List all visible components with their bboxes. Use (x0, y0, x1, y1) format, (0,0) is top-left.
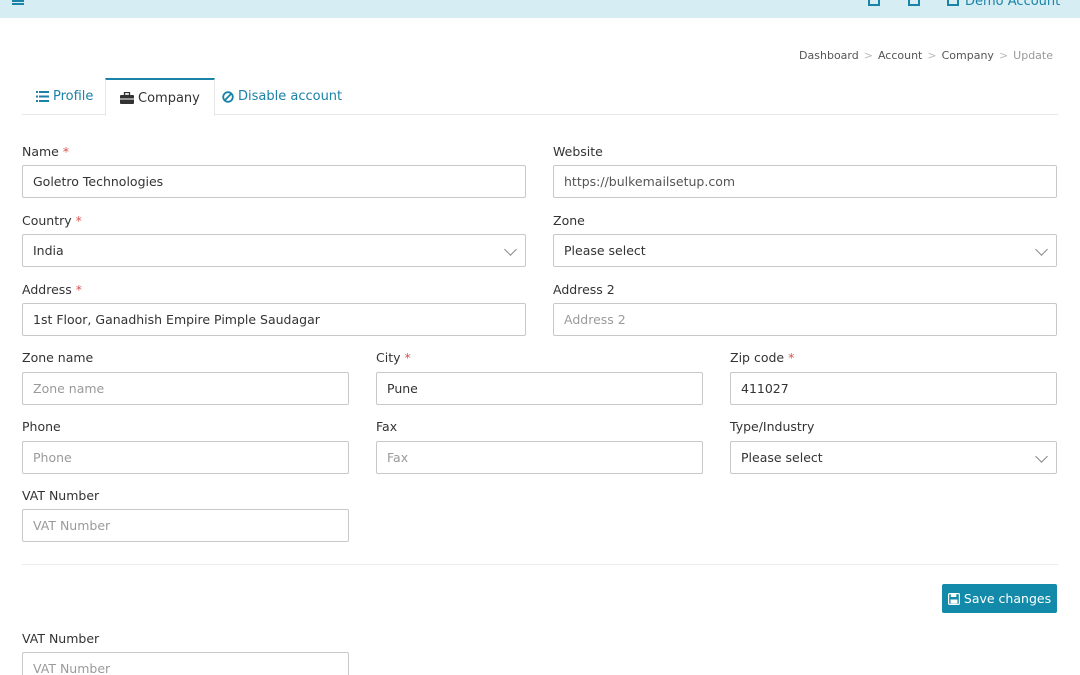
fax-label: Fax (376, 419, 398, 434)
phone-label: Phone (22, 419, 61, 434)
required-mark: * (62, 144, 70, 159)
top-navbar: Demo Account (0, 0, 1080, 18)
breadcrumb-update: Update (1013, 49, 1053, 62)
address-label: Address * (22, 282, 82, 297)
address-field[interactable]: 1st Floor, Ganadhish Empire Pimple Sauda… (22, 303, 526, 336)
name-field[interactable]: Goletro Technologies (22, 165, 526, 198)
label-text: City (376, 350, 401, 365)
zip-code-label: Zip code * (730, 350, 794, 365)
name-label: Name * (22, 144, 69, 159)
breadcrumb-separator: > (863, 49, 873, 62)
country-label: Country * (22, 213, 82, 228)
required-mark: * (404, 350, 411, 365)
menu-icon[interactable] (12, 0, 24, 5)
required-mark: * (75, 213, 82, 228)
tab-label: Disable account (238, 89, 343, 104)
zone-select[interactable]: Please select (553, 234, 1057, 267)
user-menu-label[interactable]: Demo Account (965, 0, 1060, 9)
zip-code-field[interactable]: 411027 (730, 372, 1057, 405)
vat-number-field[interactable] (22, 509, 349, 542)
label-text: Address (22, 282, 72, 297)
tab-profile[interactable]: Profile (22, 78, 107, 115)
zone-name-label: Zone name (22, 350, 94, 365)
website-label: Website (553, 144, 603, 159)
required-mark: * (75, 282, 83, 297)
list-icon (36, 91, 49, 102)
country-selected-value: India (33, 243, 64, 258)
label-text: Zip code (730, 350, 785, 365)
envelope-icon[interactable] (908, 0, 920, 6)
chevron-down-icon (1035, 450, 1048, 463)
briefcase-icon (120, 92, 134, 104)
label-text: Name (22, 144, 59, 159)
vat-number-label: VAT Number (22, 488, 100, 503)
address2-field[interactable] (553, 303, 1057, 336)
breadcrumb-separator: > (998, 49, 1009, 62)
vat-number-label-secondary: VAT Number (22, 631, 100, 646)
form-divider (22, 564, 1058, 565)
industry-label: Type/Industry (730, 419, 815, 434)
breadcrumb-dashboard[interactable]: Dashboard (799, 49, 859, 62)
website-field[interactable]: https://bulkemailsetup.com (553, 165, 1057, 198)
city-label: City * (376, 350, 411, 365)
fax-field[interactable] (376, 441, 703, 474)
breadcrumb-company[interactable]: Company (942, 49, 994, 62)
zone-label: Zone (553, 213, 585, 228)
address2-label: Address 2 (553, 282, 615, 297)
notification-icon[interactable] (868, 0, 880, 6)
floppy-disk-icon (947, 592, 960, 605)
phone-field[interactable] (22, 441, 349, 474)
zone-selected-value: Please select (564, 243, 646, 258)
country-select[interactable]: India (22, 234, 526, 267)
tab-disable-account[interactable]: Disable account (208, 78, 356, 115)
breadcrumb: Dashboard > Account > Company > Update (799, 49, 1053, 62)
breadcrumb-account[interactable]: Account (878, 49, 922, 62)
save-label: Save changes (963, 591, 1052, 606)
required-mark: * (788, 350, 795, 365)
industry-select[interactable]: Please select (730, 441, 1057, 474)
chevron-down-icon (504, 243, 517, 256)
industry-selected-value: Please select (741, 450, 823, 465)
tab-company[interactable]: Company (105, 78, 215, 116)
city-field[interactable]: Pune (376, 372, 703, 405)
label-text: Country (22, 213, 72, 228)
chevron-down-icon (1035, 243, 1048, 256)
account-tabs: Profile Company Disable account (22, 78, 1058, 116)
zone-name-field[interactable] (22, 372, 349, 405)
ban-icon (222, 90, 234, 103)
tab-label: Company (138, 90, 200, 106)
vat-number-field-secondary[interactable] (22, 652, 349, 675)
tab-label: Profile (53, 89, 94, 104)
save-changes-button[interactable]: Save changes (942, 584, 1057, 613)
breadcrumb-separator: > (927, 49, 937, 62)
user-icon[interactable] (947, 0, 959, 6)
